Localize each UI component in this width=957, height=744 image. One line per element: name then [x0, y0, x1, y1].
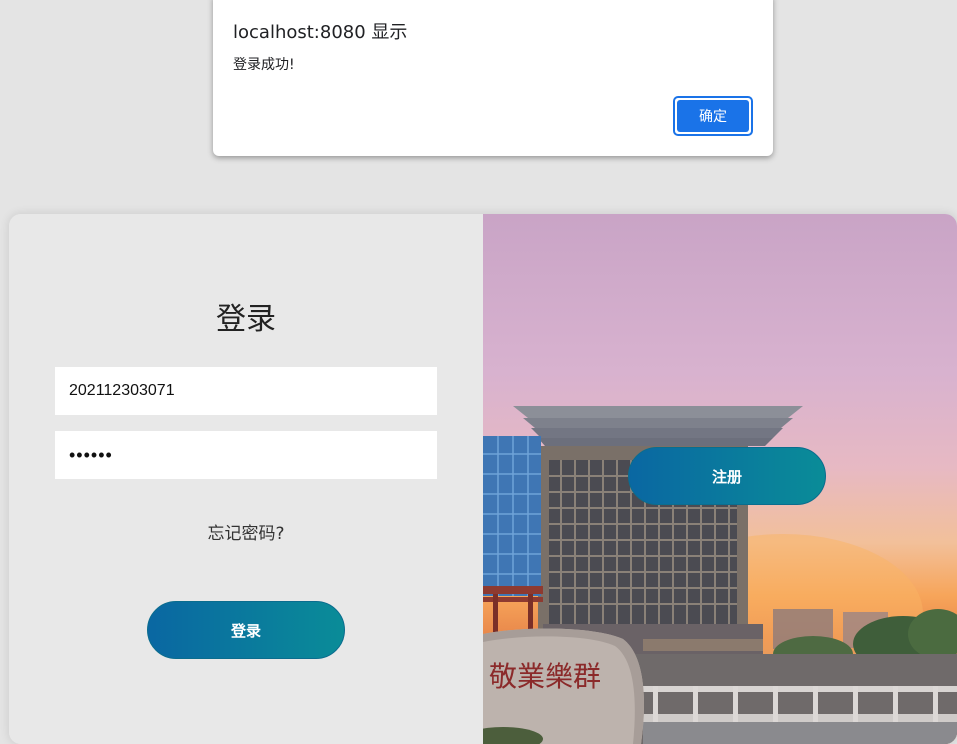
password-field[interactable]: ••••••	[55, 431, 437, 479]
login-card: 登录 202112303071 •••••• 忘记密码? 登录 敬業樂群 注册	[9, 214, 957, 744]
login-title: 登录	[216, 302, 276, 337]
register-button[interactable]: 注册	[628, 447, 826, 505]
username-field[interactable]: 202112303071	[55, 367, 437, 415]
login-button[interactable]: 登录	[147, 601, 345, 659]
alert-dialog: localhost:8080 显示 登录成功! 确定	[213, 0, 773, 156]
forgot-password-link[interactable]: 忘记密码?	[9, 519, 483, 544]
alert-title: localhost:8080 显示	[233, 22, 408, 43]
alert-ok-button[interactable]: 确定	[673, 96, 753, 136]
alert-ok-label: 确定	[677, 100, 749, 132]
login-panel: 登录 202112303071 •••••• 忘记密码? 登录	[9, 214, 483, 744]
stone-inscription: 敬業樂群	[489, 660, 601, 693]
alert-message: 登录成功!	[233, 57, 295, 73]
campus-image-panel: 敬業樂群 注册	[483, 214, 957, 744]
